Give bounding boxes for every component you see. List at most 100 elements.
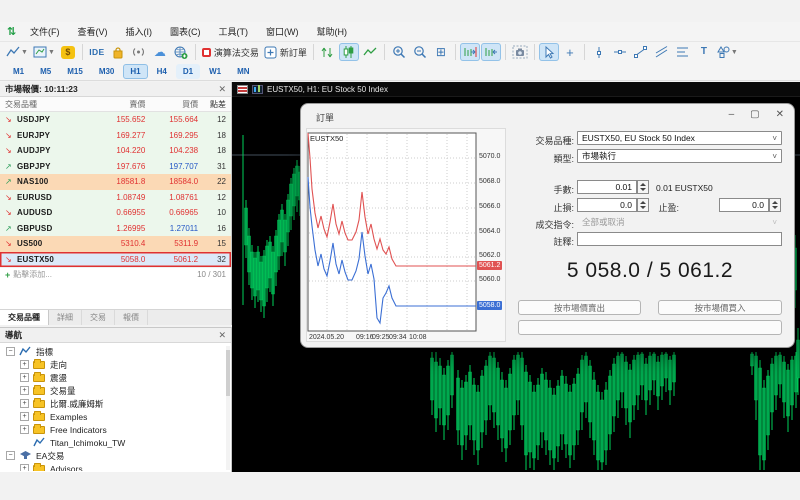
cursor-icon[interactable] [539, 43, 559, 61]
expand-icon[interactable]: + [20, 425, 29, 434]
take-profit-stepper[interactable] [769, 198, 781, 212]
menu-item[interactable]: 插入(I) [117, 25, 162, 39]
table-row-audjpy[interactable]: ↘AUDJPY104.220104.23818 [0, 143, 231, 159]
menu-item[interactable]: 幫助(H) [308, 25, 357, 39]
table-row-nas100[interactable]: ↗NAS10018581.818584.022 [0, 174, 231, 190]
shapes-icon[interactable]: ▼ [715, 43, 740, 61]
tick-time-label: 10:08 [409, 334, 427, 341]
expand-icon[interactable]: + [20, 373, 29, 382]
table-row-gbpusd[interactable]: ↗GBPUSD1.269951.2701116 [0, 221, 231, 237]
maximize-icon[interactable]: ▢ [750, 109, 759, 120]
tile-windows-icon[interactable]: ⊞ [431, 43, 451, 61]
trendline-icon[interactable] [631, 43, 651, 61]
text-tool-icon[interactable]: T [694, 43, 714, 61]
tree-item-走向[interactable]: +走向 [0, 358, 231, 371]
add-symbol-label[interactable]: 點擊添加... [13, 269, 52, 280]
timeframe-m1[interactable]: M1 [6, 64, 31, 79]
dollar-icon[interactable]: $ [58, 43, 78, 61]
market-bag-icon[interactable] [108, 43, 128, 61]
close-icon[interactable]: ✕ [218, 330, 226, 341]
timeframe-mn[interactable]: MN [230, 64, 256, 79]
navigator-panel: 導航 ✕ −指標+走向+震盪+交易量+比爾.威廉姆斯+Examples+Free… [0, 327, 232, 472]
timeframe-m5[interactable]: M5 [33, 64, 58, 79]
chart-type-icon[interactable]: ▼ [4, 43, 30, 61]
new-order-button[interactable]: 新訂單 [262, 43, 309, 61]
expand-icon[interactable]: + [20, 360, 29, 369]
web-terminal-icon[interactable] [171, 43, 191, 61]
timeframe-m15[interactable]: M15 [60, 64, 90, 79]
crosshair-icon[interactable]: + [560, 43, 580, 61]
cloud-icon[interactable]: ☁ [150, 43, 170, 61]
order-type-select[interactable]: 市場執行˅ [577, 149, 782, 163]
tree-item-指標[interactable]: −指標 [0, 345, 231, 358]
tab-詳細[interactable]: 詳細 [49, 310, 82, 325]
candlestick-mode-icon[interactable] [339, 43, 359, 61]
chart-shift-icon[interactable] [481, 43, 501, 61]
tick-chart-symbol: EUSTX50 [310, 134, 343, 143]
timeframe-m30[interactable]: M30 [92, 64, 122, 79]
menu-item[interactable]: 工具(T) [210, 25, 258, 39]
symbol-select[interactable]: EUSTX50, EU Stock 50 Index˅ [577, 131, 782, 145]
comment-input[interactable] [577, 232, 782, 246]
table-row-eustx50[interactable]: ↘EUSTX505058.05061.232 [0, 252, 231, 268]
take-profit-input[interactable]: 0.0 [719, 198, 769, 212]
auto-scroll-icon[interactable] [460, 43, 480, 61]
minimize-icon[interactable]: – [729, 109, 735, 120]
menu-item[interactable]: 文件(F) [21, 25, 69, 39]
table-row-audusd[interactable]: ↘AUDUSD0.669550.6696510 [0, 205, 231, 221]
table-row-usdjpy[interactable]: ↘USDJPY155.652155.66412 [0, 112, 231, 128]
channel-icon[interactable] [652, 43, 672, 61]
vertical-line-icon[interactable] [589, 43, 609, 61]
tree-item-Free Indicators[interactable]: +Free Indicators [0, 423, 231, 436]
timeframe-h1[interactable]: H1 [123, 64, 147, 79]
zoom-out-icon[interactable] [410, 43, 430, 61]
tree-item-EA交易[interactable]: −EA交易 [0, 449, 231, 462]
sell-button[interactable]: 按市場價賣出 [518, 300, 641, 315]
menu-item[interactable]: 窗口(W) [257, 25, 308, 39]
fibonacci-icon[interactable] [673, 43, 693, 61]
volume-input[interactable]: 0.01 [577, 180, 637, 194]
expand-icon[interactable]: + [20, 386, 29, 395]
horizontal-line-icon[interactable] [610, 43, 630, 61]
timeframe-w1[interactable]: W1 [202, 64, 228, 79]
tree-item-Advisors[interactable]: +Advisors [0, 462, 231, 471]
buy-button[interactable]: 按市場價買入 [658, 300, 782, 315]
tick-time-label: 2024.05.20 [309, 334, 344, 341]
close-icon[interactable]: ✕ [218, 84, 226, 95]
algo-trading-button[interactable]: 演算法交易 [200, 43, 261, 61]
tick-chart-icon[interactable] [318, 43, 338, 61]
line-mode-icon[interactable] [360, 43, 380, 61]
market-watch-rows: ↘USDJPY155.652155.66412↘EURJPY169.277169… [0, 112, 231, 267]
tab-交易[interactable]: 交易 [82, 310, 115, 325]
timeframe-h4[interactable]: H4 [150, 64, 174, 79]
expand-icon[interactable]: + [20, 412, 29, 421]
tab-交易品種[interactable]: 交易品種 [0, 310, 49, 325]
collapse-icon[interactable]: − [6, 451, 15, 460]
zoom-in-icon[interactable] [389, 43, 409, 61]
expand-icon[interactable]: + [20, 399, 29, 408]
add-symbol-icon[interactable]: + [5, 270, 10, 280]
table-row-us500[interactable]: ↘US5005310.45311.915 [0, 236, 231, 252]
tree-item-比爾.威廉姆斯[interactable]: +比爾.威廉姆斯 [0, 397, 231, 410]
table-row-gbpjpy[interactable]: ↗GBPJPY197.676197.70731 [0, 159, 231, 175]
navigator-scrollbar[interactable] [226, 346, 230, 470]
tree-item-交易量[interactable]: +交易量 [0, 384, 231, 397]
table-row-eurjpy[interactable]: ↘EURJPY169.277169.29518 [0, 128, 231, 144]
tree-item-Examples[interactable]: +Examples [0, 410, 231, 423]
tree-item-Titan_Ichimoku_TW[interactable]: +Titan_Ichimoku_TW [0, 436, 231, 449]
tab-報價[interactable]: 報價 [115, 310, 148, 325]
table-row-eurusd[interactable]: ↘EURUSD1.087491.0876112 [0, 190, 231, 206]
ide-button[interactable]: IDE [87, 43, 107, 61]
camera-icon[interactable] [510, 43, 530, 61]
expand-icon[interactable]: + [20, 464, 29, 471]
stop-loss-input[interactable]: 0.0 [577, 198, 637, 212]
timeframe-d1[interactable]: D1 [176, 64, 200, 79]
menu-item[interactable]: 圖表(C) [161, 25, 210, 39]
profiles-icon[interactable]: ▼ [31, 43, 57, 61]
close-icon[interactable]: ✕ [776, 109, 784, 120]
collapse-icon[interactable]: − [6, 347, 15, 356]
volume-stepper[interactable] [637, 180, 649, 194]
tree-item-震盪[interactable]: +震盪 [0, 371, 231, 384]
menu-item[interactable]: 查看(V) [69, 25, 117, 39]
signals-icon[interactable] [129, 43, 149, 61]
